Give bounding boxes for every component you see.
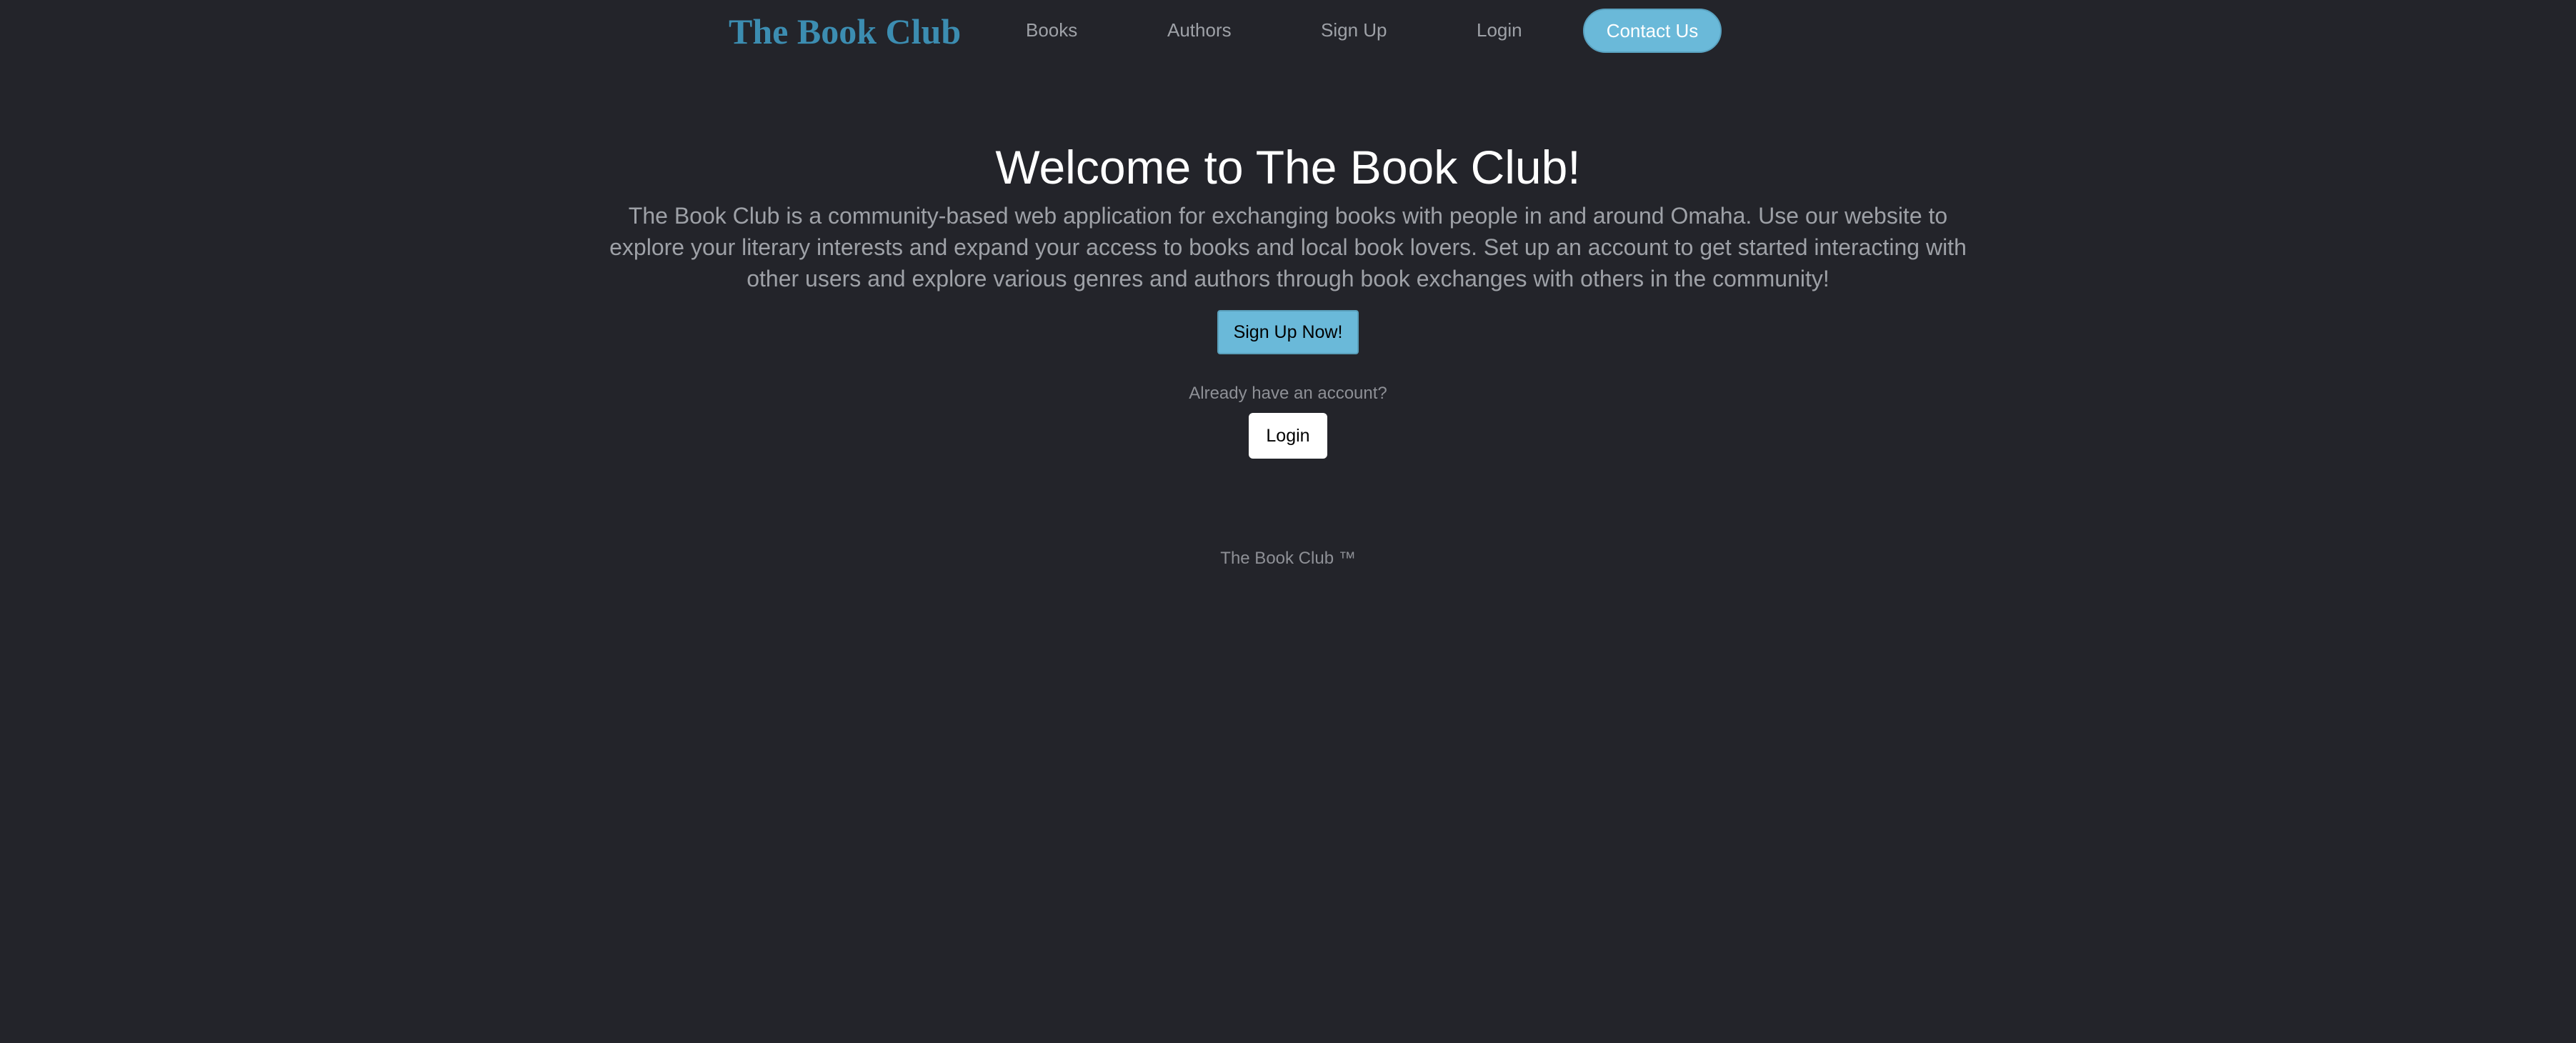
sign-up-now-button[interactable]: Sign Up Now! (1217, 310, 1359, 354)
hero-section: Welcome to The Book Club! The Book Club … (0, 136, 2576, 459)
account-prompt-text: Already have an account? (1189, 384, 1387, 403)
nav-link-login[interactable]: Login (1477, 17, 1522, 43)
login-button[interactable]: Login (1249, 413, 1327, 459)
footer-text: The Book Club ™ (1220, 549, 1356, 568)
page-title: Welcome to The Book Club! (995, 141, 1581, 194)
site-logo[interactable]: The Book Club (729, 10, 961, 53)
site-header: The Book Club Books Authors Sign Up Logi… (0, 0, 2576, 63)
nav-link-authors[interactable]: Authors (1167, 17, 1232, 43)
nav-link-sign-up[interactable]: Sign Up (1321, 17, 1387, 43)
contact-us-button[interactable]: Contact Us (1583, 9, 1722, 53)
hero-description: The Book Club is a community-based web a… (609, 203, 1967, 291)
nav-link-books[interactable]: Books (1026, 17, 1077, 43)
